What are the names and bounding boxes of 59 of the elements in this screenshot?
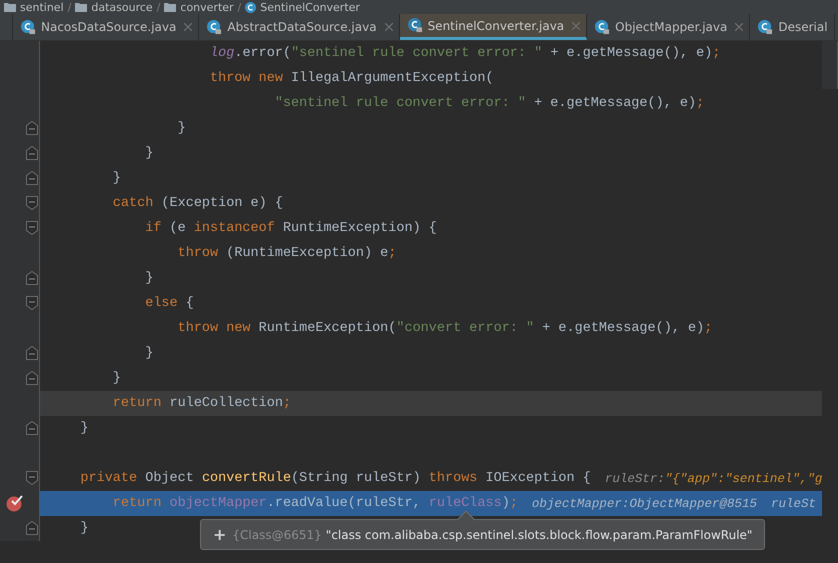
code-line: } [112,171,121,186]
breadcrumb-separator: / [68,0,72,14]
code-line: } [144,146,154,161]
fold-icon[interactable] [26,196,38,210]
folder-icon [4,2,16,12]
class-icon [207,20,222,34]
code-line: } [144,271,154,286]
code-line: } [79,521,89,536]
file-tab[interactable]: AbstractDataSource.java [199,14,400,40]
code-line: return ruleCollection; [112,396,292,411]
code-line: return objectMapper.readValue(ruleStr, ruleClass); [112,496,518,511]
class-icon [758,20,774,34]
fold-icon[interactable] [26,471,38,485]
breadcrumb-item[interactable]: datasource [91,0,153,14]
code-line: "sentinel rule convert error: " + e.getMessage(), e); [274,96,704,111]
code-line: throw (RuntimeException) e; [176,246,396,261]
file-tab[interactable]: SentinelConverter.java [400,14,588,40]
fold-icon[interactable] [26,146,38,160]
value-type: {Class@6651} [232,528,322,542]
breadcrumb-item[interactable]: converter [180,0,234,14]
breadcrumb-separator: / [156,0,160,14]
fold-icon[interactable] [26,271,38,285]
code-line: if (e instanceof RuntimeException) { [144,221,437,236]
fold-icon[interactable] [26,221,38,235]
code-line: throw new IllegalArgumentException( [209,71,494,86]
value-text: "class com.alibaba.csp.sentinel.slots.block.flow.param.ParamFlowRule" [326,528,752,542]
breadcrumb-separator: / [238,0,242,14]
inline-value-hint: ruleStr:"{"app":"sentinel","g [604,472,822,486]
fold-icon[interactable] [26,121,38,135]
class-icon [245,2,256,12]
code-line: else { [144,296,194,311]
breadcrumb-item[interactable]: SentinelConverter [260,0,360,14]
fold-icon[interactable] [26,421,38,435]
folder-icon [164,2,176,12]
fold-icon[interactable] [26,521,38,535]
code-line: log.error("sentinel rule convert error: " + e.getMessage(), e); [209,46,720,61]
folder-icon [75,2,88,12]
code-line: } [144,346,154,361]
expand-toggle[interactable]: + [213,525,226,544]
class-icon [21,20,36,34]
fold-icon[interactable] [26,296,38,310]
code-line: } [176,121,186,136]
breadcrumb-item[interactable]: sentinel [20,0,64,14]
breakpoint-icon[interactable] [6,494,24,512]
code-line: } [79,421,89,436]
code-line: catch (Exception e) { [112,196,283,211]
class-icon [408,18,423,33]
code-line: throw new RuntimeException("convert error: " + e.getMessage(), e); [176,321,712,336]
inline-value-hint: objectMapper:ObjectMapper@8515 [532,496,757,510]
fold-icon[interactable] [26,171,38,185]
code-line: } [112,371,121,386]
inline-value-hint: ruleSt [770,496,816,510]
fold-icon[interactable] [26,346,38,360]
fold-icon[interactable] [26,371,38,385]
class-icon [595,20,610,34]
code-line: private Object convertRule(String ruleStr) throws IOException { [79,471,591,486]
file-tab[interactable]: Deserial [750,14,835,40]
file-tab[interactable]: NacosDataSource.java [13,14,200,40]
file-tab[interactable]: ObjectMapper.java [587,14,750,40]
